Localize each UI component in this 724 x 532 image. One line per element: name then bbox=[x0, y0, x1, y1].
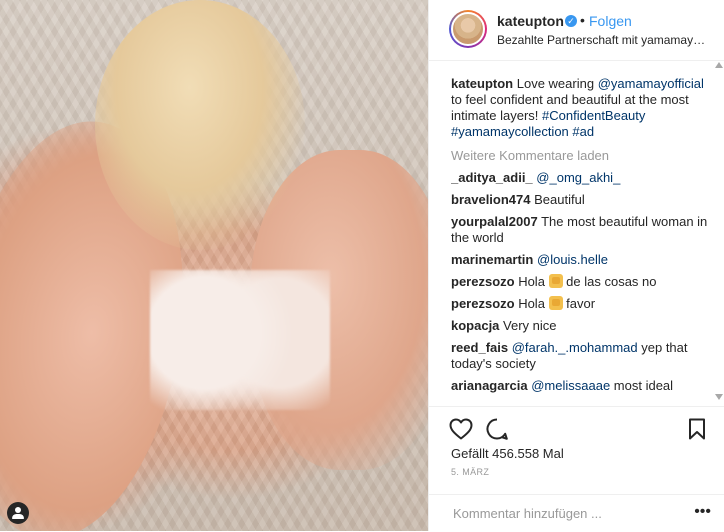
caption-mention[interactable]: @yamamayofficial bbox=[598, 76, 704, 91]
comment-username[interactable]: perezsozo bbox=[451, 274, 515, 289]
comment-bubble-icon[interactable] bbox=[485, 417, 509, 441]
clapping-hands-emoji-icon bbox=[548, 274, 563, 288]
add-comment-bar: ••• bbox=[429, 494, 724, 532]
comment-row: perezsozo Hola de las cosas no bbox=[451, 274, 713, 290]
header-separator: • bbox=[580, 12, 585, 28]
comment-username[interactable]: arianagarcia bbox=[451, 378, 528, 393]
clapping-hands-emoji-icon bbox=[548, 296, 563, 310]
scroll-down-arrow-icon[interactable] bbox=[715, 394, 723, 400]
follow-button[interactable]: Folgen bbox=[589, 13, 632, 29]
post-header: kateupton ✓ • Folgen Bezahlte Partnersch… bbox=[429, 0, 724, 61]
comment-username[interactable]: yourpalal2007 bbox=[451, 214, 538, 229]
comment-mention[interactable]: @melissaaae bbox=[531, 378, 610, 393]
comment-text: de las cosas no bbox=[562, 274, 657, 289]
comment-row: marinemartin @louis.helle bbox=[451, 252, 713, 268]
avatar-story-ring[interactable] bbox=[449, 10, 487, 48]
more-options-icon[interactable]: ••• bbox=[694, 504, 711, 520]
comment-mention[interactable]: @farah._.mohammad bbox=[512, 340, 638, 355]
comments-list[interactable]: kateupton Love wearing @yamamayofficial … bbox=[451, 76, 713, 406]
post-photo[interactable] bbox=[0, 0, 428, 531]
bookmark-icon[interactable] bbox=[685, 417, 709, 441]
comment-text: Very nice bbox=[499, 318, 557, 333]
instagram-post-window: kateupton ✓ • Folgen Bezahlte Partnersch… bbox=[0, 0, 724, 531]
caption-text-1: Love wearing bbox=[513, 76, 598, 91]
scroll-up-arrow-icon[interactable] bbox=[715, 62, 723, 68]
comment-row: arianagarcia @melissaaae most ideal bbox=[451, 378, 713, 394]
post-caption: kateupton Love wearing @yamamayofficial … bbox=[451, 76, 713, 140]
comment-username[interactable]: reed_fais bbox=[451, 340, 508, 355]
caption-username[interactable]: kateupton bbox=[451, 76, 513, 91]
photo-hair bbox=[95, 0, 305, 250]
comment-text: Beautiful bbox=[530, 192, 585, 207]
header-username[interactable]: kateupton bbox=[497, 13, 564, 29]
comment-username[interactable]: _aditya_adii_ bbox=[451, 170, 533, 185]
load-more-comments-link[interactable]: Weitere Kommentare laden bbox=[451, 148, 713, 164]
user-tag-icon[interactable] bbox=[7, 502, 29, 524]
post-date[interactable]: 5. MÄRZ bbox=[451, 467, 489, 477]
paid-partnership-label[interactable]: Bezahlte Partnerschaft mit yamamayof... bbox=[497, 33, 707, 47]
heart-icon[interactable] bbox=[449, 417, 473, 441]
avatar[interactable] bbox=[451, 12, 485, 46]
comment-text: Hola bbox=[514, 296, 549, 311]
comment-row: reed_fais @farah._.mohammad yep that tod… bbox=[451, 340, 713, 372]
comment-row: kopacja Very nice bbox=[451, 318, 713, 334]
verified-badge-icon: ✓ bbox=[565, 15, 577, 27]
likes-count[interactable]: Gefällt 456.558 Mal bbox=[451, 446, 564, 461]
comment-row: bravelion474 Beautiful bbox=[451, 192, 713, 208]
comment-username[interactable]: kopacja bbox=[451, 318, 499, 333]
comment-row: yourpalal2007 The most beautiful woman i… bbox=[451, 214, 713, 246]
comment-text: favor bbox=[562, 296, 596, 311]
comment-username[interactable]: marinemartin bbox=[451, 252, 533, 267]
comment-username[interactable]: bravelion474 bbox=[451, 192, 531, 207]
comment-mention[interactable]: @louis.helle bbox=[537, 252, 608, 267]
photo-lace-bra bbox=[150, 270, 330, 410]
comment-mention[interactable]: @_omg_akhi_ bbox=[536, 170, 620, 185]
comment-username[interactable]: perezsozo bbox=[451, 296, 515, 311]
post-side-panel: kateupton ✓ • Folgen Bezahlte Partnersch… bbox=[428, 0, 724, 531]
comment-text: Hola bbox=[514, 274, 549, 289]
comment-row: _aditya_adii_ @_omg_akhi_ bbox=[451, 170, 713, 186]
comment-row: perezsozo Hola favor bbox=[451, 296, 713, 312]
comment-text: most ideal bbox=[610, 378, 674, 393]
action-bar bbox=[429, 406, 724, 447]
comment-input[interactable] bbox=[451, 503, 675, 523]
